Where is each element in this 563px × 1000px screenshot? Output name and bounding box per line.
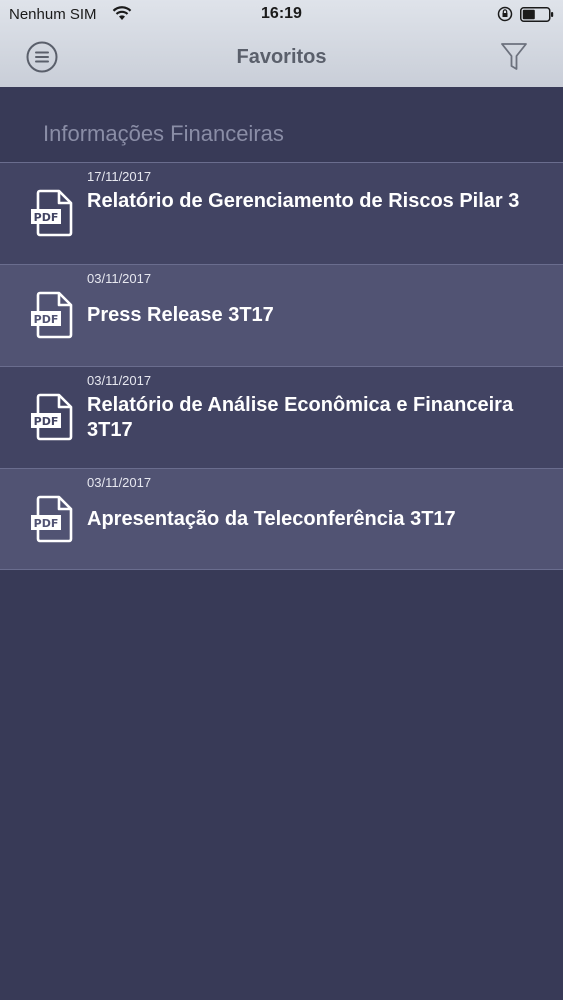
- battery-icon: [520, 7, 554, 22]
- svg-text:PDF: PDF: [34, 211, 59, 224]
- favorites-list: 17/11/2017 PDF Relatório de Gerenciament…: [0, 162, 563, 570]
- item-date: 03/11/2017: [87, 475, 152, 490]
- item-title: Relatório de Análise Econômica e Finance…: [87, 394, 514, 441]
- item-title: Relatório de Gerenciamento de Riscos Pil…: [87, 190, 520, 212]
- pdf-icon: PDF: [31, 495, 73, 543]
- main-content: Informações Financeiras 17/11/2017 PDF R…: [0, 87, 563, 1000]
- item-title: Press Release 3T17: [87, 304, 274, 326]
- svg-text:PDF: PDF: [34, 415, 59, 428]
- svg-text:PDF: PDF: [34, 313, 59, 326]
- section-title: Informações Financeiras: [43, 121, 284, 146]
- list-item[interactable]: 03/11/2017 PDF Press Release 3T17: [0, 264, 563, 366]
- item-date: 03/11/2017: [87, 271, 152, 286]
- list-item[interactable]: 03/11/2017 PDF Relatório de Análise Econ…: [0, 366, 563, 468]
- pdf-icon: PDF: [31, 393, 73, 441]
- rotation-lock-icon: [497, 6, 513, 22]
- filter-button[interactable]: [500, 42, 528, 72]
- clock: 16:19: [261, 5, 302, 22]
- pdf-icon: PDF: [31, 291, 73, 339]
- item-title: Apresentação da Teleconferência 3T17: [87, 508, 456, 530]
- pdf-icon: PDF: [31, 189, 73, 237]
- item-date: 03/11/2017: [87, 373, 152, 388]
- item-date: 17/11/2017: [87, 169, 152, 184]
- svg-text:PDF: PDF: [34, 517, 59, 530]
- list-item[interactable]: 03/11/2017 PDF Apresentação da Teleconfe…: [0, 468, 563, 570]
- list-item[interactable]: 17/11/2017 PDF Relatório de Gerenciament…: [0, 162, 563, 264]
- page-title: Favoritos: [236, 46, 327, 68]
- status-bar: Nenhum SIM 16:19: [0, 0, 563, 30]
- top-bar: Nenhum SIM 16:19 Favoritos: [0, 0, 563, 87]
